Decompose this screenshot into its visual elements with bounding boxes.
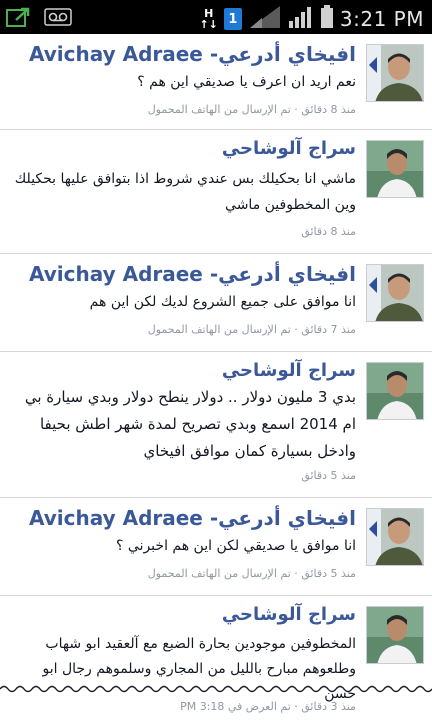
comment-item[interactable]: افيخاي أدرعي- Avichay Adraee انا موافق ع… [0,254,432,352]
comment-item[interactable]: سراج آلوشاحي المخطوفين موجودين بحارة الض… [0,596,432,720]
author-name[interactable]: افيخاي أدرعي- Avichay Adraee [29,42,356,66]
avatar[interactable] [366,44,424,102]
comment-time: منذ 3 دقائق · تم العرض في 3:18 PM [180,700,356,713]
comment-via: تم الإرسال من الهاتف المحمول [147,323,291,336]
comment-meta: منذ 5 دقائق · تم الإرسال من الهاتف المحم… [147,567,356,580]
comment-meta: منذ 3 دقائق · تم العرض في 3:18 PM [180,700,356,713]
status-bar-right: H ↑↓ 1 3:21 PM [199,4,424,34]
voicemail-icon [44,6,72,32]
author-name[interactable]: سراج آلوشاحي [222,138,356,159]
avatar[interactable] [366,508,424,566]
network-type-indicator: H ↑↓ [199,7,218,31]
signal-icon [248,4,282,34]
comment-meta: منذ 5 دقائق [301,469,356,482]
comment-text: انا موافق على جميع الشروع لديك لكن اين ه… [89,294,356,310]
author-name[interactable]: سراج آلوشاحي [222,604,356,625]
author-name[interactable]: سراج آلوشاحي [222,360,356,381]
comment-via: تم الإرسال من الهاتف المحمول [147,567,291,580]
comment-text: بدي 3 مليون دولار .. دولار ينطح دولار وب… [24,388,356,460]
comment-text: المخطوفين موجودين بحارة الضبع مع آلعقيد … [42,636,356,702]
comment-item[interactable]: افيخاي أدرعي- Avichay Adraee نعم اريد ان… [0,34,432,130]
avatar[interactable] [366,362,424,420]
comment-time: منذ 7 دقائق [301,323,356,336]
status-bar-left [6,6,72,32]
comment-item[interactable]: سراج آلوشاحي ماشي انا بحكيلك بس عندي شرو… [0,130,432,254]
comment-meta: منذ 8 دقائق · تم الإرسال من الهاتف المحم… [147,103,356,116]
comment-meta: منذ 8 دقائق [301,225,356,238]
avatar[interactable] [366,140,424,198]
comment-via: تم الإرسال من الهاتف المحمول [147,103,291,116]
upload-icon [6,6,32,32]
comment-item[interactable]: سراج آلوشاحي بدي 3 مليون دولار .. دولار … [0,352,432,498]
signal-bars-icon [288,5,314,33]
comment-item[interactable]: افيخاي أدرعي- Avichay Adraee انا موافق ي… [0,498,432,596]
wavy-line-divider [0,685,432,693]
battery-icon [320,5,334,33]
author-name[interactable]: افيخاي أدرعي- Avichay Adraee [29,506,356,530]
comment-feed[interactable]: افيخاي أدرعي- Avichay Adraee نعم اريد ان… [0,34,432,720]
avatar[interactable] [366,606,424,664]
status-time: 3:21 PM [339,7,424,31]
comment-text: انا موافق يا صديقي لكن اين هم اخبرني ؟ [116,538,356,554]
comment-time: منذ 5 دقائق [301,469,356,482]
avatar[interactable] [366,264,424,322]
comment-time: منذ 5 دقائق [301,567,356,580]
comment-time: منذ 8 دقائق [301,103,356,116]
comment-time: منذ 8 دقائق [301,225,356,238]
author-name[interactable]: افيخاي أدرعي- Avichay Adraee [29,262,356,286]
sim-slot-badge: 1 [223,8,242,30]
comment-text: ماشي انا بحكيلك بس عندي شروط اذا بتوافق … [14,171,356,213]
comment-meta: منذ 7 دقائق · تم الإرسال من الهاتف المحم… [147,323,356,336]
comment-text: نعم اريد ان اعرف يا صديقي اين هم ؟ [137,74,356,90]
status-bar: H ↑↓ 1 3:21 PM [0,0,432,34]
